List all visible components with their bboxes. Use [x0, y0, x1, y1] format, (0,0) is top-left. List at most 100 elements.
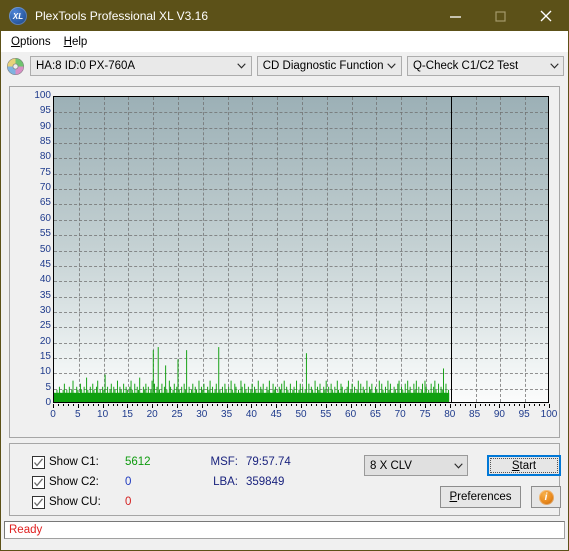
chart-x-tick-label: 15: [121, 409, 133, 420]
chart-x-tick-label: 85: [469, 409, 481, 420]
chart-x-minor-tick: [216, 404, 218, 406]
chart-x-minor-tick: [221, 404, 223, 406]
chart-x-tick: [201, 404, 203, 408]
chart-x-minor-tick: [117, 404, 119, 406]
chart-x-tick-label: 100: [540, 409, 558, 420]
chart-y-tick-label: 35: [39, 289, 51, 301]
chart-x-minor-tick: [181, 404, 183, 406]
chart-x-minor-tick: [479, 404, 481, 406]
minimize-button[interactable]: [433, 1, 478, 31]
show-cu-checkbox[interactable]: [32, 495, 45, 509]
chart-panel: 0 5 10 15 20 25 30 35 40 45 50 55 60 65 70 75 80 85 90 95 10…: [9, 86, 560, 438]
chart-x-tick: [53, 404, 54, 408]
chart-y-tick-label: 90: [39, 120, 51, 132]
chart-y-tick-label: 45: [39, 258, 51, 270]
show-c1-checkbox[interactable]: [32, 455, 45, 469]
chart-x-minor-tick: [281, 404, 283, 406]
speed-select[interactable]: 8 X CLV: [364, 455, 468, 476]
chart-x-tick-label: 35: [221, 409, 233, 420]
chart-x-minor-tick: [211, 404, 213, 406]
chart-x-minor-tick: [539, 404, 541, 406]
menu-options-rest: ptions: [19, 35, 51, 48]
chart-x-minor-tick: [82, 404, 84, 406]
chart-series-bars: [54, 347, 450, 402]
show-cu-value: 0: [125, 496, 132, 508]
chart-x-minor-tick: [186, 404, 188, 406]
function-select[interactable]: CD Diagnostic Functions: [256, 56, 402, 76]
chart-x-minor-tick: [132, 404, 134, 406]
menu-bar: Options Help: [1, 31, 568, 52]
chart-x-minor-tick: [439, 404, 441, 406]
chart-y-tick-label: 15: [39, 350, 51, 362]
chart-x-tick: [226, 404, 228, 408]
chart-y-tick-label: 70: [39, 182, 51, 194]
chart-x-minor-tick: [241, 404, 243, 406]
chart-y-tick-label: 55: [39, 228, 51, 240]
chart-x-tick-label: 70: [394, 409, 406, 420]
chart-x-minor-tick: [172, 404, 174, 406]
maximize-button[interactable]: [478, 1, 523, 31]
preferences-button[interactable]: Preferences: [440, 486, 521, 508]
chart-plot-area: [53, 96, 549, 403]
chart-x-tick-label: 30: [196, 409, 208, 420]
test-select[interactable]: Q-Check C1/C2 Test: [406, 56, 564, 76]
chart-x-tick-label: 95: [518, 409, 530, 420]
chart-x-minor-tick: [370, 404, 372, 406]
msf-label: MSF:: [210, 456, 238, 468]
chart-x-minor-tick: [504, 404, 506, 406]
chart-x-tick-label: 90: [493, 409, 505, 420]
chart-x-minor-tick: [320, 404, 322, 406]
chevron-down-icon: [545, 63, 563, 69]
chevron-down-icon: [449, 462, 467, 469]
chart-x-minor-tick: [107, 404, 109, 406]
chart-x-minor-tick: [529, 404, 531, 406]
show-c1-label: Show C1:: [49, 456, 99, 468]
close-icon: [539, 9, 553, 23]
chart-x-tick: [400, 404, 402, 408]
show-c1-row[interactable]: Show C1: 5612: [32, 454, 151, 470]
chart-y-tick-label: 25: [39, 320, 51, 332]
menu-options-accel: O: [11, 35, 20, 48]
close-button[interactable]: [523, 1, 568, 31]
chart-series-c1: [54, 347, 450, 402]
chart-y-tick-label: 60: [39, 212, 51, 224]
preferences-label-rest: references: [457, 491, 512, 503]
chart-x-tick-label: 45: [270, 409, 282, 420]
chart-x-minor-tick: [454, 404, 456, 406]
application-window: XL PlexTools Professional XL V3.16 Optio…: [0, 0, 569, 551]
info-icon: i: [538, 489, 554, 505]
msf-readout: MSF: 79:57.74: [202, 454, 291, 470]
show-c2-row[interactable]: Show C2: 0: [32, 474, 131, 490]
menu-item-options[interactable]: Options: [7, 34, 60, 50]
start-button[interactable]: Start: [487, 455, 561, 476]
minimize-icon: [449, 10, 462, 23]
chart-x-tick: [549, 404, 550, 408]
selector-toolbar: HA:8 ID:0 PX-760A CD Diagnostic Function…: [1, 52, 568, 80]
chart-y-tick-label: 65: [39, 197, 51, 209]
show-cu-row[interactable]: Show CU: 0: [32, 494, 131, 510]
menu-item-help[interactable]: Help: [60, 34, 97, 50]
chart-x-minor-tick: [335, 404, 337, 406]
info-button[interactable]: i: [531, 486, 561, 508]
chart-x-minor-tick: [206, 404, 208, 406]
chart-y-tick-label: 5: [45, 381, 51, 393]
chart-x-tick: [350, 404, 352, 408]
chart-x-tick: [127, 404, 129, 408]
chart-y-tick-label: 50: [39, 243, 51, 255]
maximize-icon: [494, 10, 507, 23]
chart-x-minor-tick: [72, 404, 74, 406]
chart-x-minor-tick: [519, 404, 521, 406]
chart-x-axis: 0 5 10 15 20 25 30 35 40 45 50 55 60 65 70 75 80 85 90 95 10…: [50, 404, 557, 428]
preferences-accel: P: [449, 491, 458, 503]
chart-y-tick-label: 75: [39, 166, 51, 178]
chart-x-minor-tick: [330, 404, 332, 406]
drive-select[interactable]: HA:8 ID:0 PX-760A: [30, 56, 252, 76]
chart-x-minor-tick: [92, 404, 94, 406]
speed-select-value: 8 X CLV: [370, 459, 412, 472]
chart-x-minor-tick: [256, 404, 258, 406]
function-select-value: CD Diagnostic Functions: [262, 60, 383, 72]
chart-x-minor-tick: [310, 404, 312, 406]
show-c2-checkbox[interactable]: [32, 475, 45, 489]
chart-x-minor-tick: [459, 404, 461, 406]
show-c1-value: 5612: [125, 456, 151, 468]
